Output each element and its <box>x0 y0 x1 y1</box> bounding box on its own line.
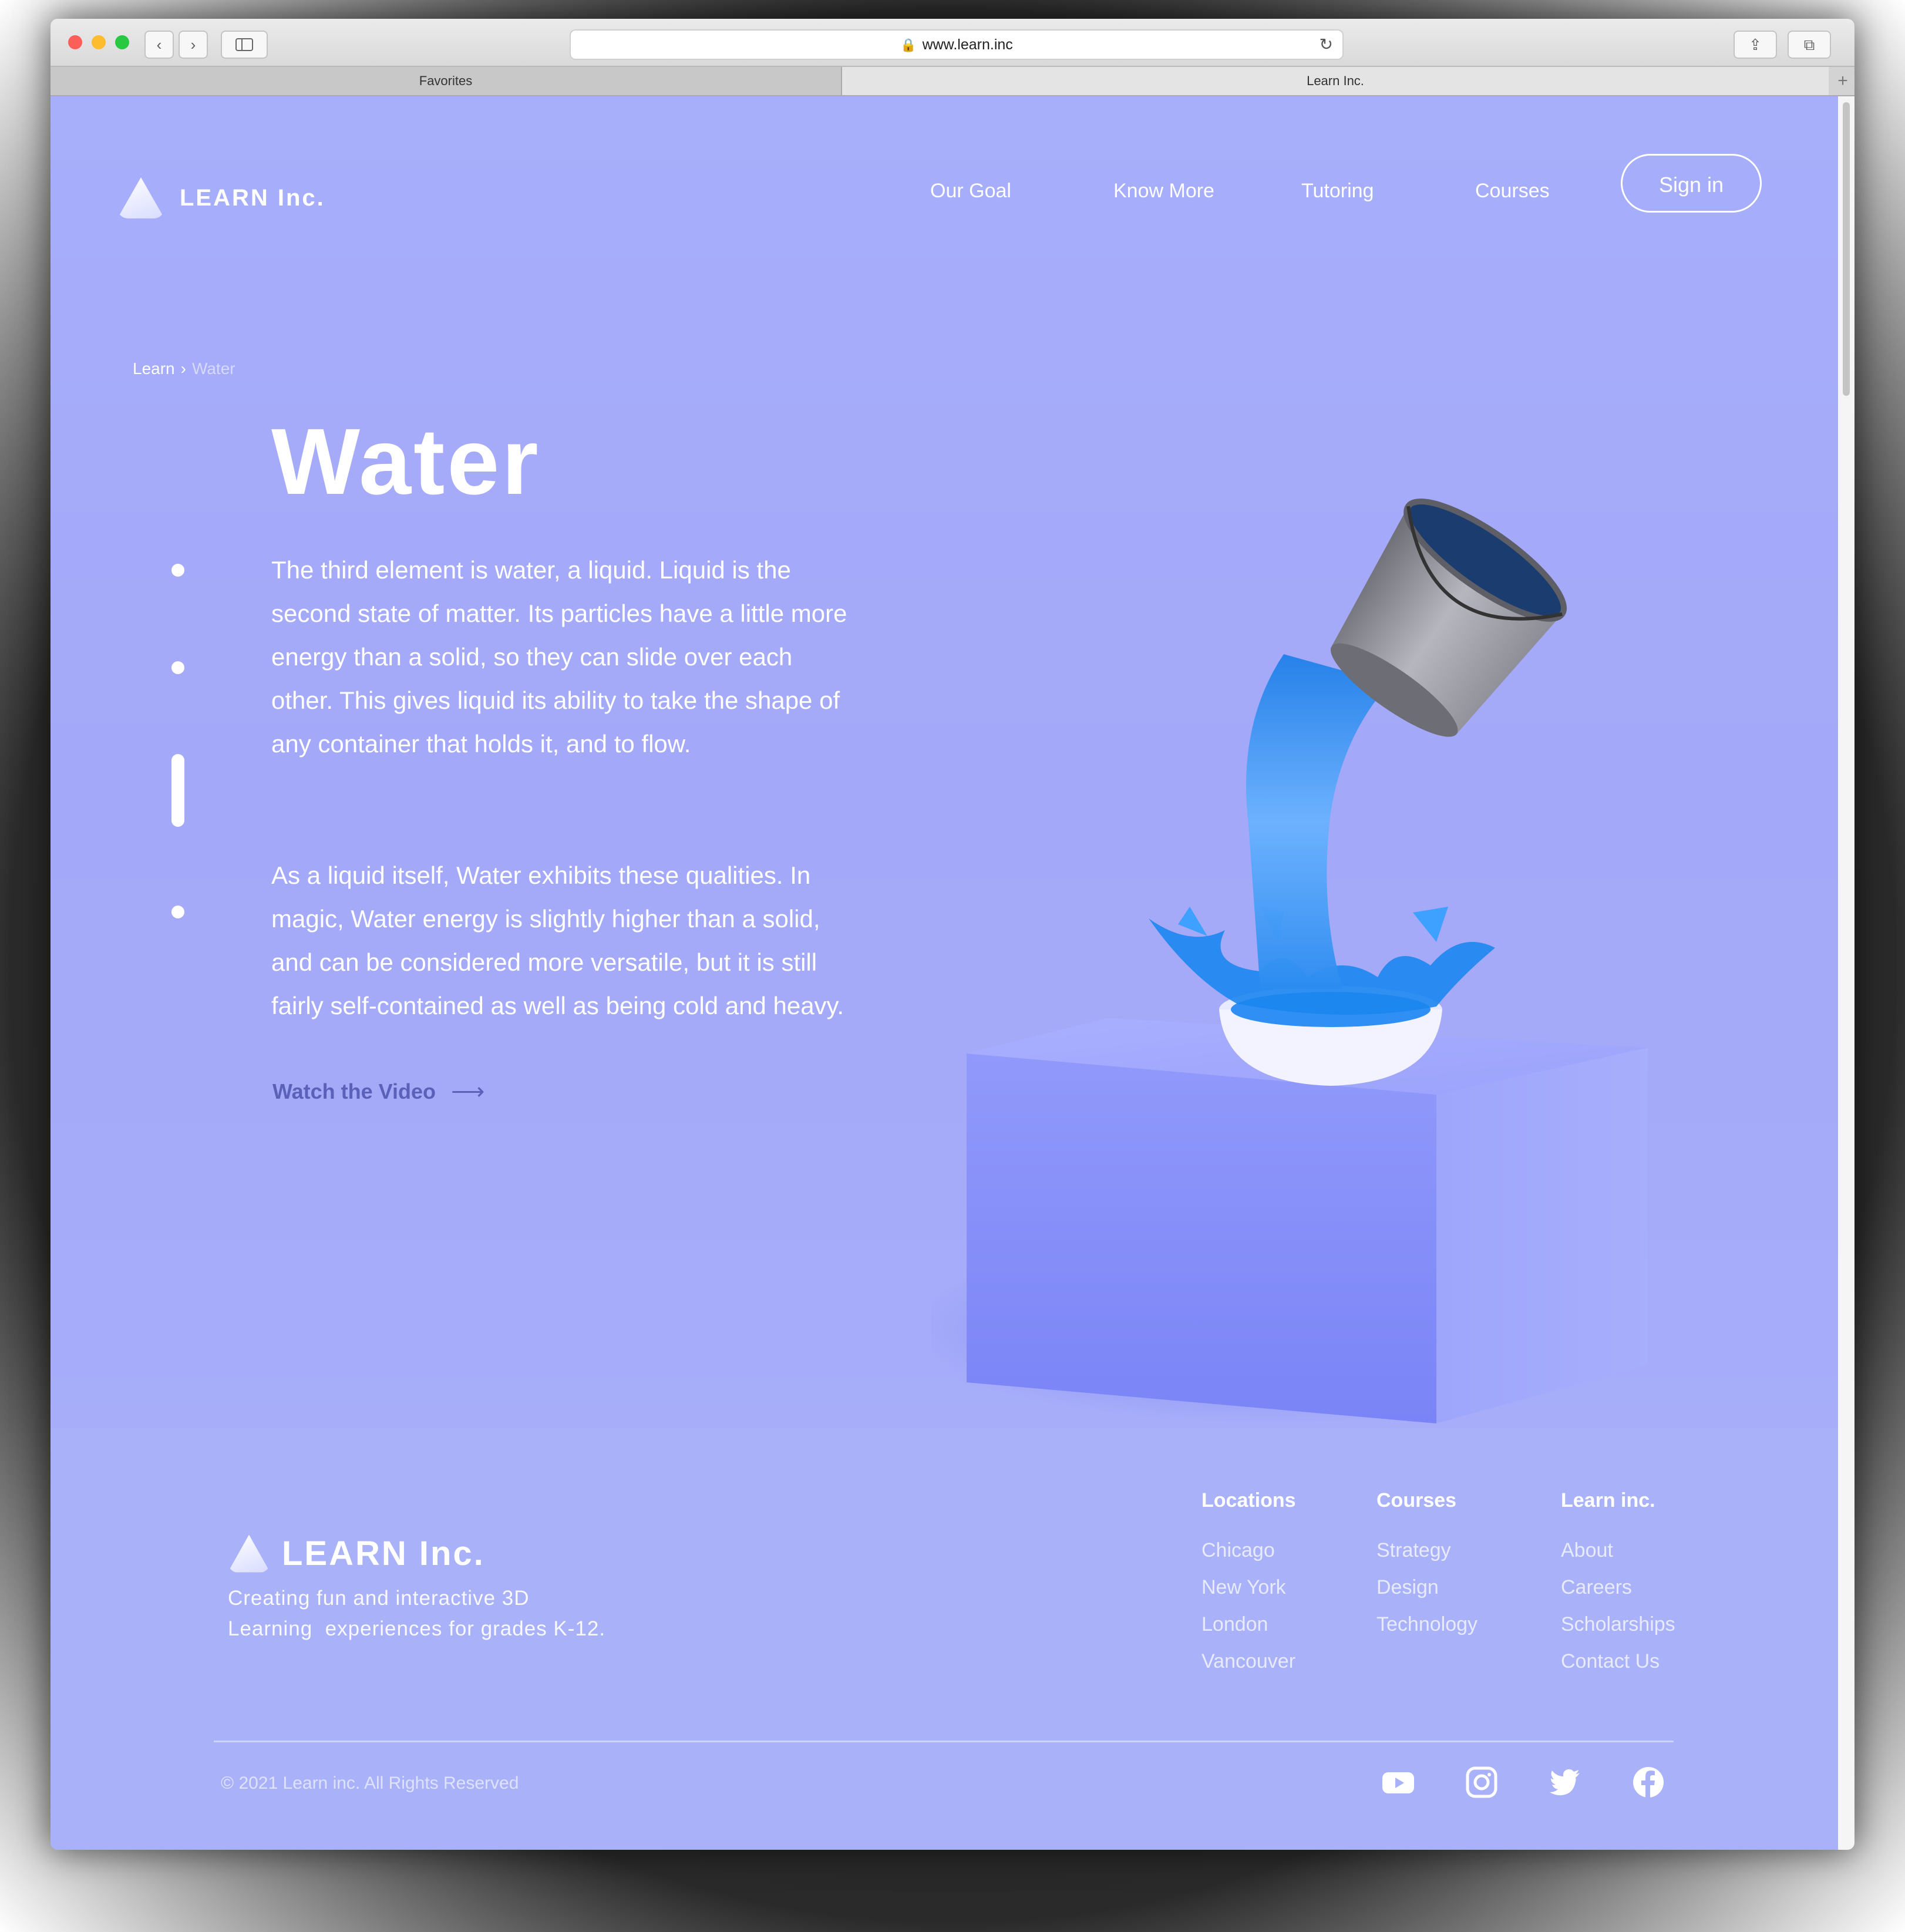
new-tab-button[interactable]: + <box>1831 67 1854 95</box>
url-text: www.learn.inc <box>922 36 1013 53</box>
logo-text: LEARN Inc. <box>180 184 325 211</box>
lock-icon: 🔒 <box>900 38 917 52</box>
footer-divider <box>214 1741 1674 1742</box>
breadcrumb-current: Water <box>191 359 235 378</box>
sidebar-toggle-button[interactable] <box>221 31 268 59</box>
footer-link-technology[interactable]: Technology <box>1376 1606 1477 1643</box>
scrollbar-thumb[interactable] <box>1843 102 1850 396</box>
tabs-overview-button[interactable]: ⧉ <box>1788 31 1831 59</box>
nav-courses[interactable]: Courses <box>1475 180 1550 203</box>
watch-video-link[interactable]: Watch the Video ⟶ <box>272 1078 484 1105</box>
nav-tutoring[interactable]: Tutoring <box>1301 180 1374 203</box>
instagram-icon[interactable] <box>1465 1765 1499 1799</box>
zoom-window-button[interactable] <box>115 35 129 49</box>
footer-link-strategy[interactable]: Strategy <box>1376 1532 1477 1569</box>
browser-titlebar: ‹ › 🔒 www.learn.inc ↻ ⇪ ⧉ <box>51 19 1854 67</box>
logo-triangle-icon <box>228 1534 270 1573</box>
breadcrumb-root[interactable]: Learn <box>133 359 175 378</box>
description-paragraph-1: The third element is water, a liquid. Li… <box>271 556 847 758</box>
page-scrollbar[interactable] <box>1838 96 1854 1850</box>
sign-in-button[interactable]: Sign in <box>1621 154 1762 213</box>
browser-window: ‹ › 🔒 www.learn.inc ↻ ⇪ ⧉ Favorites Learn… <box>51 19 1854 1850</box>
breadcrumb: Learn › Water <box>133 359 235 378</box>
youtube-icon[interactable] <box>1381 1765 1415 1799</box>
footer-tagline-line2: Learning experiences for grades K-12. <box>228 1617 606 1640</box>
footer-link-scholarships[interactable]: Scholarships <box>1561 1606 1675 1643</box>
arrow-right-icon: ⟶ <box>451 1079 485 1105</box>
footer-link-careers[interactable]: Careers <box>1561 1569 1675 1606</box>
tabs-icon: ⧉ <box>1803 36 1815 53</box>
footer-column-heading: Locations <box>1201 1489 1296 1512</box>
copyright-text: © 2021 Learn inc. All Rights Reserved <box>221 1773 519 1793</box>
page-title: Water <box>271 409 541 514</box>
pager-dot[interactable] <box>171 661 184 674</box>
pager-dot[interactable] <box>171 564 184 577</box>
footer-link-chicago[interactable]: Chicago <box>1201 1532 1296 1569</box>
footer-column-heading: Learn inc. <box>1561 1489 1655 1512</box>
footer-column-locations: Locations Chicago New York London Vancou… <box>1201 1489 1296 1680</box>
facebook-icon[interactable] <box>1631 1765 1665 1799</box>
chevron-left-icon: ‹ <box>156 36 162 53</box>
close-window-button[interactable] <box>68 35 82 49</box>
water-bucket-illustration <box>931 499 1648 1423</box>
pager-dot-active[interactable] <box>171 754 184 827</box>
pager-dot[interactable] <box>171 906 184 918</box>
footer-tagline-line1: Creating fun and interactive 3D <box>228 1587 530 1610</box>
footer-tagline: Creating fun and interactive 3D Learning… <box>228 1583 605 1644</box>
footer-link-about[interactable]: About <box>1561 1532 1675 1569</box>
address-bar[interactable]: 🔒 www.learn.inc ↻ <box>570 29 1344 60</box>
sidebar-icon <box>235 38 253 51</box>
footer-logo-text: LEARN Inc. <box>282 1534 485 1573</box>
chevron-right-icon: › <box>190 36 196 53</box>
reload-icon[interactable]: ↻ <box>1320 31 1333 59</box>
share-icon: ⇪ <box>1749 36 1762 53</box>
footer-column-learn-inc: Learn inc. About Careers Scholarships Co… <box>1561 1489 1675 1680</box>
share-button[interactable]: ⇪ <box>1734 31 1777 59</box>
footer-link-vancouver[interactable]: Vancouver <box>1201 1643 1296 1680</box>
tab-learn-inc[interactable]: Learn Inc. <box>842 67 1829 95</box>
footer-link-new-york[interactable]: New York <box>1201 1569 1296 1606</box>
tab-bar: Favorites Learn Inc. + <box>51 67 1854 96</box>
minimize-window-button[interactable] <box>92 35 106 49</box>
logo-triangle-icon <box>117 177 164 218</box>
back-button[interactable]: ‹ <box>144 31 174 59</box>
twitter-icon[interactable] <box>1548 1765 1582 1799</box>
description-paragraph-2: As a liquid itself, Water exhibits these… <box>271 861 844 1019</box>
nav-our-goal[interactable]: Our Goal <box>930 180 1011 203</box>
footer-link-london[interactable]: London <box>1201 1606 1296 1643</box>
watch-video-label: Watch the Video <box>272 1079 436 1103</box>
footer-link-contact-us[interactable]: Contact Us <box>1561 1643 1675 1680</box>
footer-link-design[interactable]: Design <box>1376 1569 1477 1606</box>
footer-column-courses: Courses Strategy Design Technology <box>1376 1489 1477 1643</box>
footer-column-heading: Courses <box>1376 1489 1457 1512</box>
header-logo[interactable]: LEARN Inc. <box>117 177 325 218</box>
tab-favorites[interactable]: Favorites <box>51 67 842 95</box>
web-page: LEARN Inc. Our Goal Know More Tutoring C… <box>51 96 1838 1850</box>
chevron-right-icon: › <box>180 359 186 378</box>
footer-logo[interactable]: LEARN Inc. <box>228 1534 485 1573</box>
forward-button[interactable]: › <box>179 31 208 59</box>
nav-know-more[interactable]: Know More <box>1113 180 1214 203</box>
